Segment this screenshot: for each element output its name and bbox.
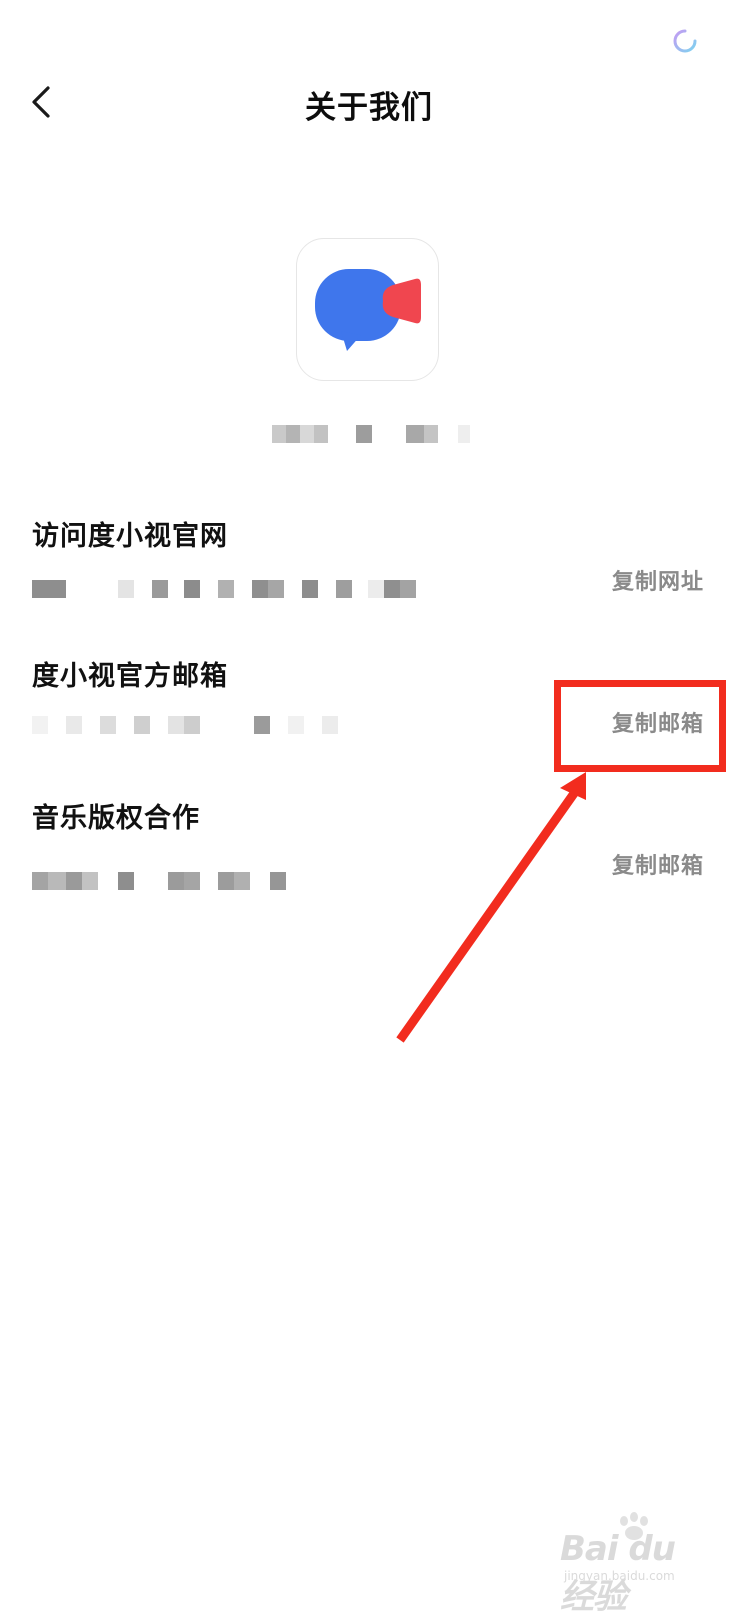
official-email-redacted (32, 716, 352, 734)
baidu-jingyan-watermark: Bai du 经验 jingyan.baidu.com (560, 1512, 710, 1617)
website-url-redacted (32, 580, 432, 598)
highlight-box (554, 680, 726, 772)
row-title-music-copyright: 音乐版权合作 (32, 803, 200, 834)
row-title-official-email: 度小视官方邮箱 (32, 661, 228, 692)
app-version-redacted (272, 425, 472, 443)
app-logo (296, 238, 439, 381)
watermark-domain: jingyan.baidu.com (564, 1569, 675, 1583)
copy-url-button[interactable]: 复制网址 (612, 564, 704, 596)
copy-music-email-button[interactable]: 复制邮箱 (612, 848, 704, 880)
video-chat-bubble-logo-icon (315, 269, 421, 351)
row-title-website: 访问度小视官网 (32, 521, 228, 552)
page-title: 关于我们 (305, 90, 433, 126)
music-copyright-email-redacted (32, 872, 302, 890)
header-bar: 关于我们 (0, 70, 738, 134)
loading-spinner-icon (673, 29, 697, 53)
